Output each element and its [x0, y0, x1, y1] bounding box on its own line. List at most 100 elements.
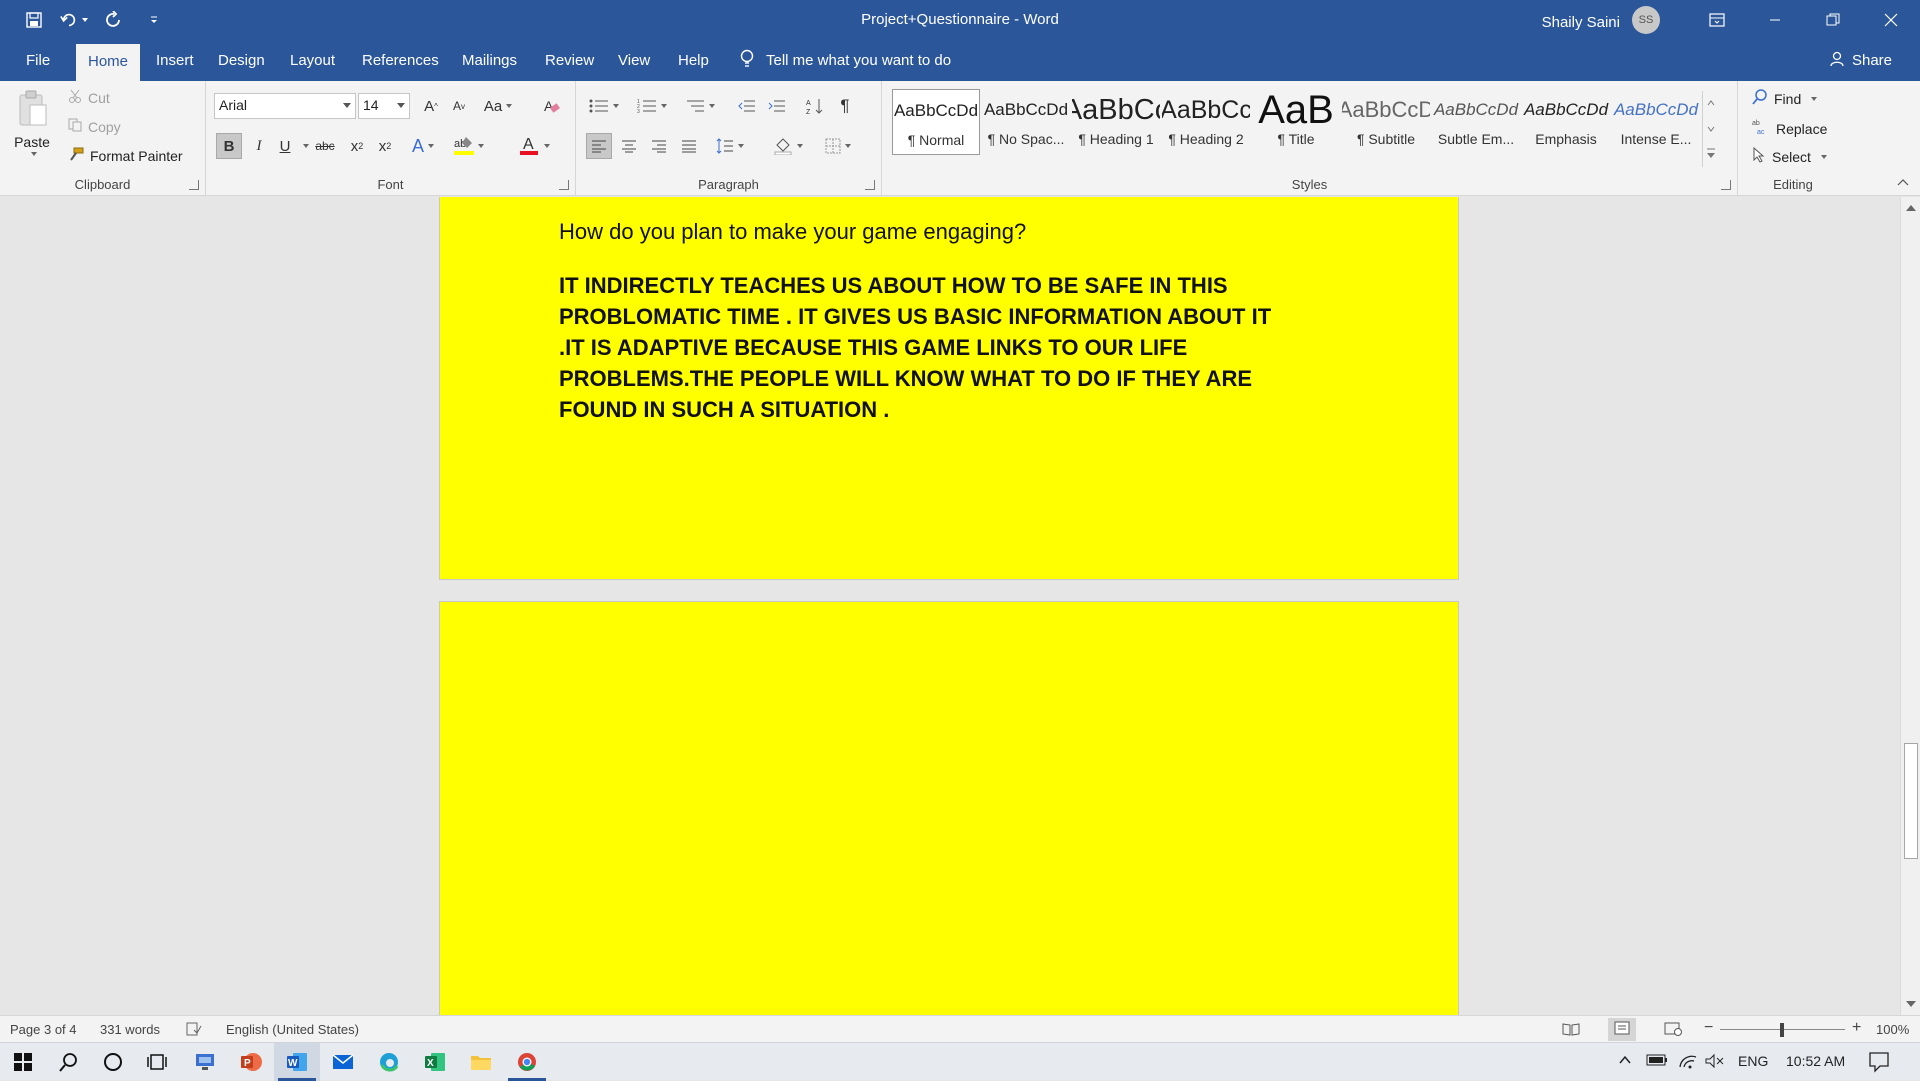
- strikethrough-icon[interactable]: abc: [310, 133, 340, 159]
- style-intense-emphasis[interactable]: AaBbCcDd Intense E...: [1612, 89, 1700, 155]
- mail-icon[interactable]: [320, 1043, 366, 1081]
- notifications-icon[interactable]: [1868, 1051, 1890, 1076]
- windows-start-icon[interactable]: [0, 1043, 46, 1081]
- scroll-down-arrow-icon[interactable]: [1906, 1001, 1916, 1007]
- ribbon-display-options-icon[interactable]: [1688, 0, 1746, 40]
- multilevel-list-icon[interactable]: [680, 93, 720, 119]
- clear-formatting-icon[interactable]: A: [538, 93, 564, 119]
- tab-review[interactable]: Review: [533, 40, 606, 81]
- clipboard-dialog-launcher[interactable]: [189, 180, 199, 190]
- underline-dropdown-icon[interactable]: [303, 144, 309, 148]
- style-normal[interactable]: AaBbCcDd ¶ Normal: [892, 89, 980, 155]
- format-painter-button[interactable]: Format Painter: [68, 147, 183, 164]
- wifi-icon[interactable]: [1678, 1053, 1698, 1072]
- select-button[interactable]: Select: [1752, 146, 1827, 166]
- paragraph-dialog-launcher[interactable]: [865, 180, 875, 190]
- excel-icon[interactable]: X: [412, 1043, 458, 1081]
- file-explorer-icon[interactable]: [458, 1043, 504, 1081]
- line-spacing-icon[interactable]: [710, 133, 750, 159]
- align-center-icon[interactable]: [616, 133, 642, 159]
- decrease-indent-icon[interactable]: [734, 93, 760, 119]
- styles-gallery-scroll[interactable]: [1702, 91, 1718, 167]
- powerpoint-icon[interactable]: P: [228, 1043, 274, 1081]
- grow-font-icon[interactable]: A ^: [418, 93, 444, 119]
- change-case-icon[interactable]: Aa: [480, 93, 516, 119]
- justify-icon[interactable]: [676, 133, 702, 159]
- show-hidden-icons-icon[interactable]: [1618, 1053, 1632, 1070]
- volume-muted-icon[interactable]: [1704, 1053, 1724, 1072]
- align-right-icon[interactable]: [646, 133, 672, 159]
- input-language[interactable]: ENG: [1738, 1053, 1768, 1069]
- style-heading-1[interactable]: AaBbCc ¶ Heading 1: [1072, 89, 1160, 155]
- word-icon[interactable]: W: [274, 1043, 320, 1081]
- close-icon[interactable]: [1862, 0, 1920, 40]
- tab-mailings[interactable]: Mailings: [450, 40, 529, 81]
- user-account[interactable]: Shaily Saini SS: [1542, 6, 1660, 34]
- find-button[interactable]: Find: [1752, 89, 1818, 108]
- scroll-up-arrow-icon[interactable]: [1906, 205, 1916, 211]
- zoom-out-icon[interactable]: −: [1704, 1019, 1713, 1037]
- tab-view[interactable]: View: [606, 40, 662, 81]
- tell-me-search[interactable]: Tell me what you want to do: [740, 40, 951, 81]
- language-indicator[interactable]: English (United States): [226, 1022, 359, 1037]
- style-subtle-emphasis[interactable]: AaBbCcDd Subtle Em...: [1432, 89, 1520, 155]
- borders-icon[interactable]: [818, 133, 858, 159]
- styles-dialog-launcher[interactable]: [1721, 180, 1731, 190]
- show-formatting-marks-icon[interactable]: ¶: [832, 93, 858, 119]
- replace-button[interactable]: ab ac Replace: [1752, 118, 1827, 139]
- edge-icon[interactable]: [366, 1043, 412, 1081]
- document-page[interactable]: How do you plan to make your game engagi…: [439, 197, 1459, 580]
- tab-home[interactable]: Home: [76, 44, 141, 81]
- restore-icon[interactable]: [1804, 0, 1862, 40]
- font-size-dropdown[interactable]: 14: [358, 93, 410, 119]
- paste-button[interactable]: Paste: [14, 89, 50, 156]
- font-color-icon[interactable]: A: [518, 133, 550, 159]
- tab-design[interactable]: Design: [206, 40, 277, 81]
- bullets-icon[interactable]: [584, 93, 624, 119]
- page-count[interactable]: Page 3 of 4: [10, 1022, 77, 1037]
- bold-icon[interactable]: B: [216, 133, 242, 159]
- italic-icon[interactable]: I: [246, 133, 272, 159]
- copy-button[interactable]: Copy: [68, 118, 121, 135]
- proofing-icon[interactable]: [186, 1022, 202, 1039]
- shrink-font-icon[interactable]: Av: [446, 93, 472, 119]
- cut-button[interactable]: Cut: [68, 89, 110, 106]
- cortana-icon[interactable]: [90, 1043, 136, 1081]
- scrollbar-thumb[interactable]: [1904, 743, 1918, 859]
- sort-icon[interactable]: AZ: [802, 93, 828, 119]
- search-icon[interactable]: [46, 1043, 92, 1081]
- highlight-color-icon[interactable]: ab: [452, 133, 484, 159]
- style-title[interactable]: AaB ¶ Title: [1252, 89, 1340, 155]
- zoom-level[interactable]: 100%: [1876, 1022, 1909, 1037]
- battery-icon[interactable]: [1646, 1053, 1668, 1070]
- print-layout-icon[interactable]: [1608, 1018, 1636, 1041]
- remote-desktop-icon[interactable]: [182, 1043, 228, 1081]
- share-button[interactable]: Share: [1830, 40, 1892, 81]
- collapse-ribbon-icon[interactable]: [1896, 174, 1910, 191]
- style-subtitle[interactable]: AaBbCcD ¶ Subtitle: [1342, 89, 1430, 155]
- minimize-icon[interactable]: [1746, 0, 1804, 40]
- task-view-icon[interactable]: [134, 1043, 180, 1081]
- tab-references[interactable]: References: [350, 40, 451, 81]
- vertical-scrollbar[interactable]: [1900, 197, 1920, 1015]
- superscript-icon[interactable]: x2: [372, 133, 398, 159]
- chrome-icon[interactable]: [504, 1043, 550, 1081]
- tab-layout[interactable]: Layout: [278, 40, 347, 81]
- read-mode-icon[interactable]: [1562, 1022, 1580, 1039]
- style-emphasis[interactable]: AaBbCcDd Emphasis: [1522, 89, 1610, 155]
- web-layout-icon[interactable]: [1664, 1022, 1682, 1039]
- tab-insert[interactable]: Insert: [144, 40, 206, 81]
- increase-indent-icon[interactable]: [764, 93, 790, 119]
- font-name-dropdown[interactable]: Arial: [214, 93, 356, 119]
- zoom-slider-knob[interactable]: [1780, 1023, 1784, 1037]
- text-effects-icon[interactable]: A: [410, 133, 436, 159]
- font-dialog-launcher[interactable]: [559, 180, 569, 190]
- subscript-icon[interactable]: x2: [344, 133, 370, 159]
- numbering-icon[interactable]: 123: [632, 93, 672, 119]
- align-left-icon[interactable]: [586, 133, 612, 159]
- zoom-in-icon[interactable]: +: [1852, 1019, 1861, 1037]
- style-no-spacing[interactable]: AaBbCcDd ¶ No Spac...: [982, 89, 1070, 155]
- document-page-blank[interactable]: [439, 601, 1459, 1015]
- word-count[interactable]: 331 words: [100, 1022, 160, 1037]
- tab-file[interactable]: File: [14, 40, 62, 81]
